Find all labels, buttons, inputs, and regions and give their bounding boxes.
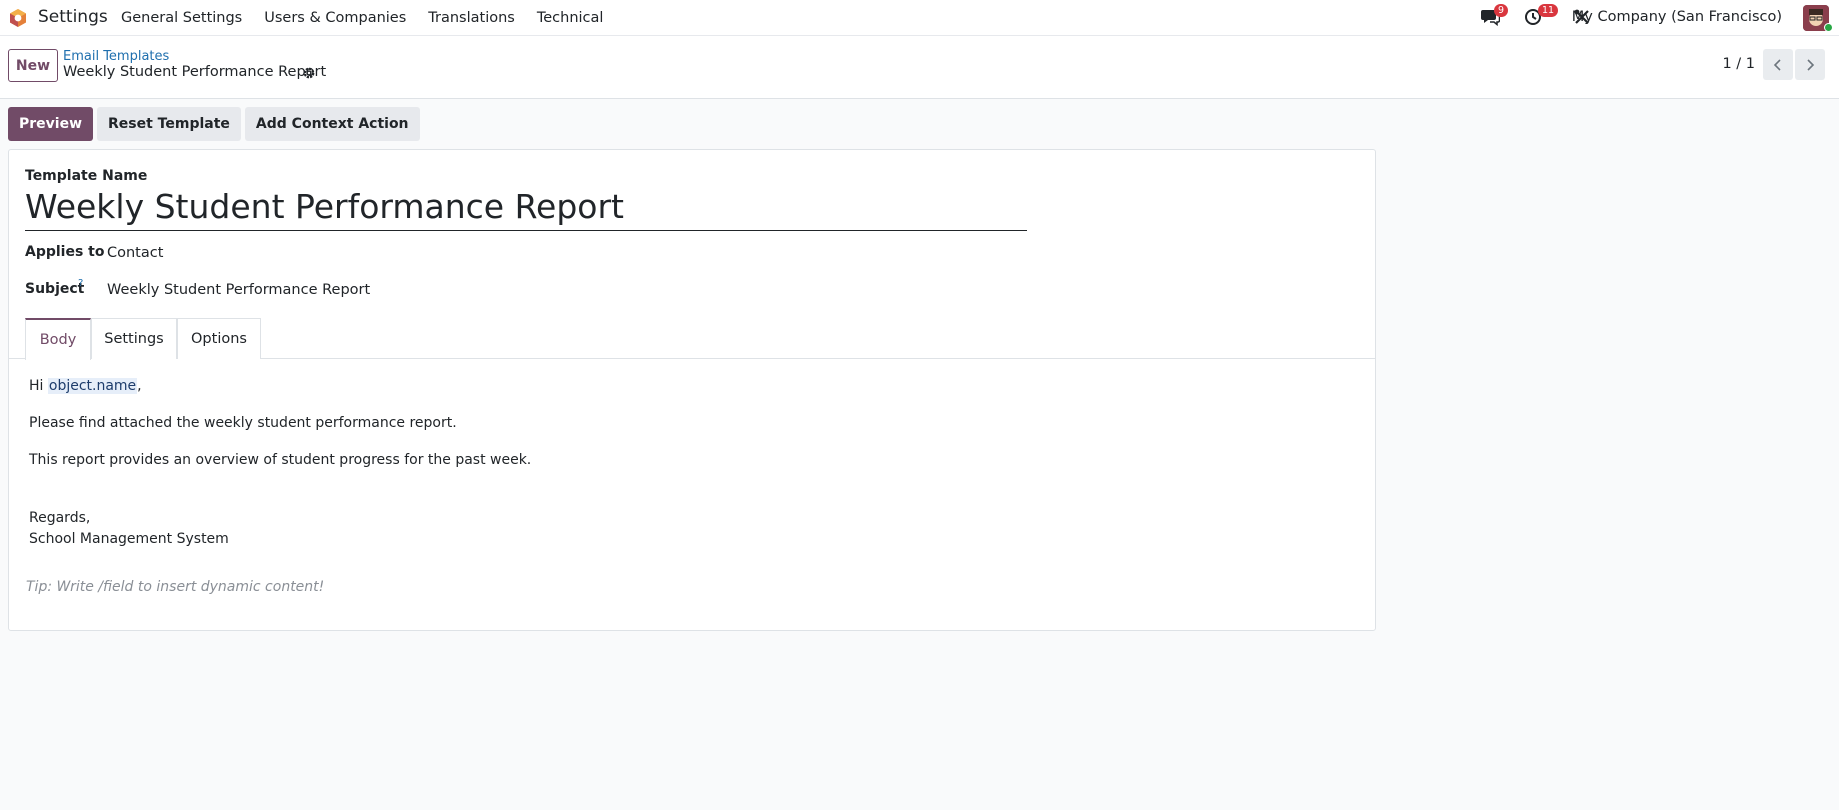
control-panel: New Email Templates Weekly Student Perfo… — [0, 36, 1839, 99]
online-status-dot — [1824, 23, 1833, 32]
pager-value[interactable]: 1 / 1 — [1722, 56, 1755, 72]
form-statusbar: Preview Reset Template Add Context Actio… — [8, 107, 420, 141]
activities-badge: 11 — [1538, 4, 1559, 17]
top-navbar: Settings General Settings Users & Compan… — [0, 0, 1839, 36]
dynamic-placeholder[interactable]: object.name — [47, 378, 138, 394]
preview-button[interactable]: Preview — [8, 107, 94, 141]
pager-next-button[interactable] — [1795, 49, 1825, 80]
body-paragraph-2: This report provides an overview of stud… — [29, 452, 532, 468]
template-name-label: Template Name — [25, 168, 148, 184]
tab-settings[interactable]: Settings — [91, 318, 177, 359]
breadcrumb-current-record: Weekly Student Performance Report — [63, 64, 327, 80]
tab-body[interactable]: Body — [25, 318, 91, 360]
subject-label: Subject — [25, 281, 85, 297]
greeting-line: Hi object.name, — [29, 378, 142, 394]
gear-icon[interactable] — [302, 66, 316, 80]
applies-to-field[interactable]: Contact — [107, 245, 163, 261]
company-switcher[interactable]: My Company (San Francisco) — [1572, 9, 1782, 25]
messages-button[interactable]: 9 — [1480, 4, 1509, 28]
subject-help-tooltip[interactable]: ? — [78, 278, 83, 289]
systray: 9 11 My Company (San Francisco) — [0, 0, 1839, 36]
notebook-tabs: Body Settings Options — [9, 318, 1375, 360]
new-button[interactable]: New — [8, 49, 58, 82]
messages-badge: 9 — [1494, 4, 1509, 17]
template-name-input[interactable]: Weekly Student Performance Report — [25, 187, 1027, 231]
chevron-left-icon — [1773, 58, 1781, 71]
chevron-right-icon — [1807, 58, 1815, 71]
body-paragraph-1: Please find attached the weekly student … — [29, 415, 457, 431]
editor-tip: Tip: Write /field to insert dynamic cont… — [26, 579, 325, 595]
form-sheet: Template Name Weekly Student Performance… — [8, 149, 1376, 631]
activities-button[interactable]: 11 — [1524, 4, 1559, 28]
body-regards: Regards, — [29, 510, 91, 526]
greeting-prefix: Hi — [29, 378, 48, 394]
subject-field[interactable]: Weekly Student Performance Report — [107, 282, 370, 298]
tab-options[interactable]: Options — [177, 318, 261, 359]
applies-to-label: Applies to — [25, 244, 105, 260]
add-context-action-button[interactable]: Add Context Action — [244, 107, 420, 141]
pager-previous-button[interactable] — [1763, 49, 1793, 80]
greeting-suffix: , — [137, 378, 142, 394]
body-signature: School Management System — [29, 531, 229, 547]
reset-template-button[interactable]: Reset Template — [97, 107, 241, 141]
breadcrumb-email-templates[interactable]: Email Templates — [63, 49, 169, 64]
